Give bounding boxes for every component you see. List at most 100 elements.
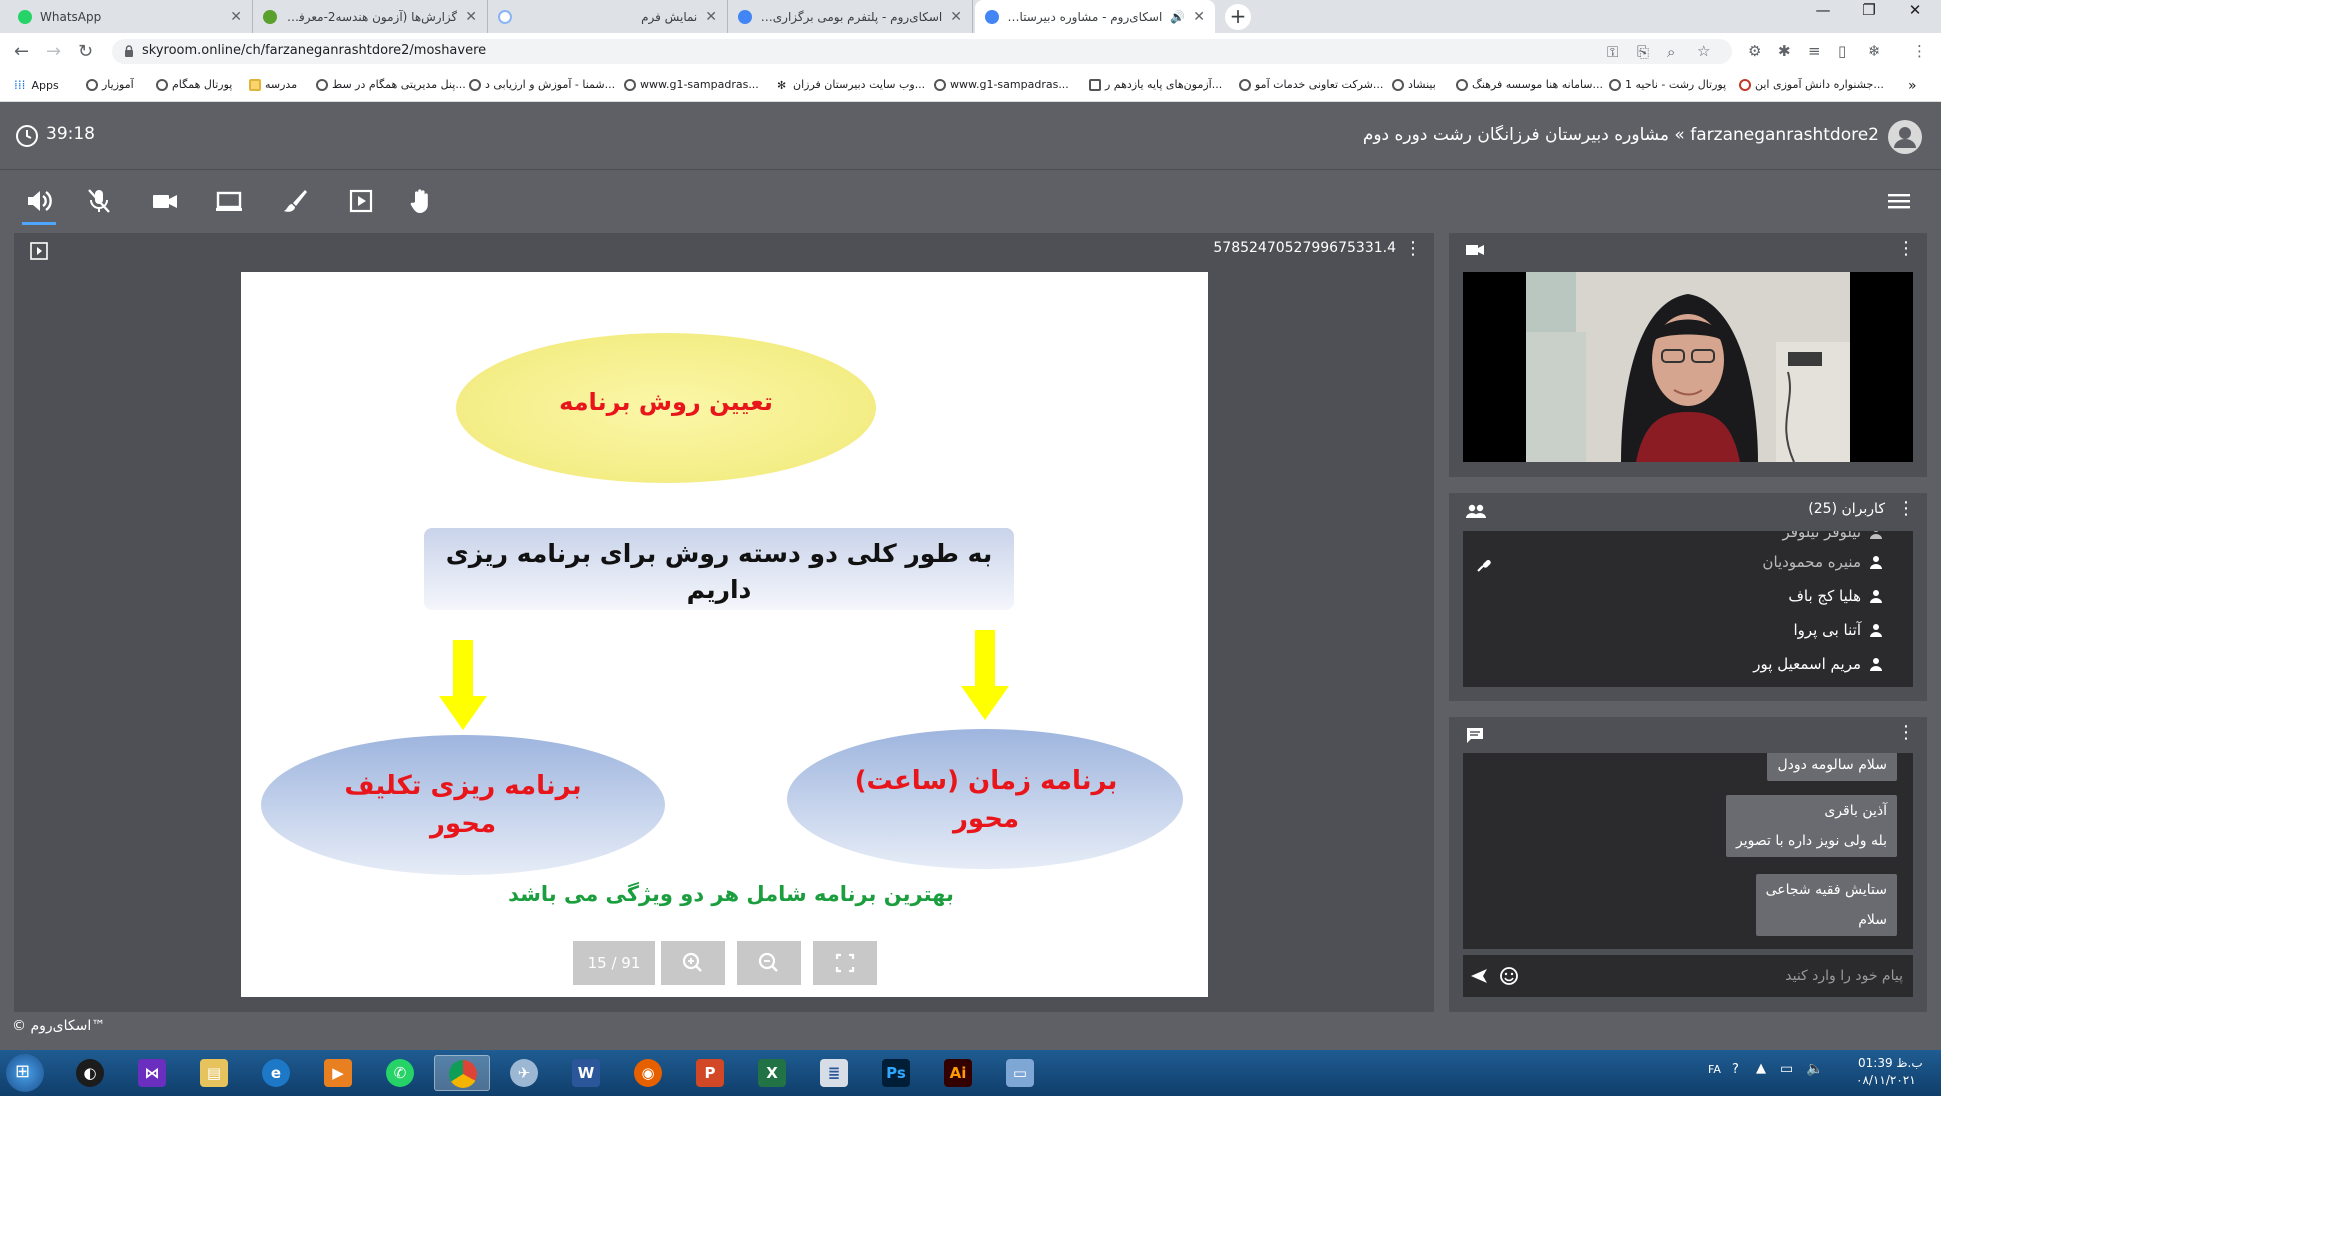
input-language[interactable]: FA xyxy=(1708,1063,1721,1076)
bookmark-item[interactable]: پنل مدیریتی همگام در سط... xyxy=(312,78,466,91)
reading-list-icon[interactable]: ≡ xyxy=(1808,42,1821,60)
tab-skyroom-active[interactable]: اسکای‌روم - مشاوره دبیرستان فرزانگان... … xyxy=(975,0,1215,33)
raise-hand-icon[interactable] xyxy=(406,186,436,216)
send-icon[interactable] xyxy=(1469,966,1489,986)
url-text[interactable]: skyroom.online/ch/farzaneganrashtdore2/m… xyxy=(142,43,486,58)
bookmarks-more[interactable]: » xyxy=(1908,78,1917,94)
back-icon[interactable]: ← xyxy=(14,41,29,62)
close-icon[interactable]: ✕ xyxy=(465,9,477,25)
bookmark-item[interactable]: مدرسه xyxy=(245,78,297,91)
chat-input[interactable] xyxy=(1533,963,1903,989)
taskbar-app[interactable]: W xyxy=(558,1055,614,1091)
browser-menu-icon[interactable]: ⋮ xyxy=(1912,42,1927,60)
bookmark-item[interactable]: آموزیار xyxy=(82,78,134,91)
emoji-icon[interactable] xyxy=(1499,966,1519,986)
bookmark-item[interactable]: www.g1-sampadras... xyxy=(930,78,1069,91)
start-button[interactable]: ⊞ xyxy=(6,1054,44,1092)
taskbar-app[interactable]: ⋈ xyxy=(124,1055,180,1091)
bookmark-item[interactable]: آزمون‌های پایه یازدهم ر... xyxy=(1085,78,1222,91)
url-box[interactable]: skyroom.online/ch/farzaneganrashtdore2/m… xyxy=(112,39,1732,64)
close-icon[interactable]: ✕ xyxy=(1193,9,1205,25)
chat-menu-icon[interactable]: ⋮ xyxy=(1897,722,1915,743)
tab-reports[interactable]: گزارش‌ها (آزمون هندسه2-معرفت ریاضی... ✕ xyxy=(253,0,488,33)
bookmark-item[interactable]: پورتال همگام xyxy=(152,78,232,91)
taskbar-app[interactable]: ◉ xyxy=(620,1055,676,1091)
translate-icon[interactable]: ⎘ xyxy=(1637,43,1649,61)
taskbar-app[interactable]: ≣ xyxy=(806,1055,862,1091)
network-icon[interactable]: ▭ xyxy=(1780,1061,1793,1077)
taskbar-app[interactable]: X xyxy=(744,1055,800,1091)
screen-share-icon[interactable] xyxy=(214,186,244,216)
bookmark-item[interactable]: شمنا - آموزش و ارزیابی د... xyxy=(465,78,615,91)
restore-icon[interactable]: ❐ xyxy=(1846,0,1892,22)
clock-time[interactable]: ب.ظ 01:39 xyxy=(1858,1056,1923,1070)
taskbar-app-chrome[interactable] xyxy=(434,1055,490,1091)
bookmark-item[interactable]: سامانه هنا موسسه فرهنگ... xyxy=(1452,78,1603,91)
tab-form[interactable]: نمایش فرم ✕ xyxy=(488,0,728,33)
taskbar-app[interactable]: ▭ xyxy=(992,1055,1048,1091)
page-indicator[interactable]: 15 / 91 xyxy=(573,941,655,985)
list-item[interactable]: هلیا کج باف xyxy=(1788,587,1883,605)
bookmark-item[interactable]: ✻ وب سایت دبیرستان فرزان... xyxy=(773,78,925,92)
zoom-out-button[interactable] xyxy=(737,941,801,985)
taskbar-app[interactable]: ◐ xyxy=(62,1055,118,1091)
taskbar-app[interactable]: Ai xyxy=(930,1055,986,1091)
snowflake-icon[interactable]: ❄ xyxy=(1868,42,1881,60)
taskbar-app[interactable]: P xyxy=(682,1055,738,1091)
video-frame[interactable] xyxy=(1463,272,1913,462)
bookmark-star-icon[interactable]: ☆ xyxy=(1697,42,1710,60)
taskbar-app[interactable]: ▤ xyxy=(186,1055,242,1091)
bookmark-item[interactable]: پورتال رشت - ناحیه 1 xyxy=(1605,78,1726,91)
zoom-icon[interactable]: ⌕ xyxy=(1667,43,1675,61)
bookmark-item[interactable]: جشنواره دانش آموزی این... xyxy=(1735,78,1884,91)
user-avatar-icon[interactable] xyxy=(1887,119,1923,155)
puzzle-icon[interactable]: ✱ xyxy=(1778,42,1791,60)
reload-icon[interactable]: ↻ xyxy=(78,41,93,62)
close-icon[interactable]: ✕ xyxy=(950,9,962,25)
clock-date[interactable]: ۰۸/۱۱/۲۰۲۱ xyxy=(1856,1073,1916,1087)
list-item[interactable]: نیلوفر نیلوفر xyxy=(1783,531,1884,541)
hamburger-menu-icon[interactable] xyxy=(1884,186,1914,216)
audio-playing-icon[interactable]: 🔊 xyxy=(1170,10,1185,24)
help-icon[interactable]: ? xyxy=(1732,1062,1739,1077)
mic-off-icon[interactable] xyxy=(84,186,114,216)
list-item[interactable]: منیره محمودیان xyxy=(1762,553,1883,571)
mic-unmuted-icon[interactable] xyxy=(1475,557,1493,575)
speaker-icon[interactable] xyxy=(24,186,54,216)
taskbar-app[interactable]: ▶ xyxy=(310,1055,366,1091)
video-menu-icon[interactable]: ⋮ xyxy=(1897,238,1915,259)
taskbar-app[interactable]: ✈ xyxy=(496,1055,552,1091)
taskbar-app[interactable]: e xyxy=(248,1055,304,1091)
camera-icon[interactable] xyxy=(150,186,180,216)
minimize-icon[interactable]: — xyxy=(1800,0,1846,22)
zoom-in-button[interactable] xyxy=(661,941,725,985)
lock-icon xyxy=(125,45,133,57)
brush-icon[interactable] xyxy=(280,186,310,216)
presentation-menu-icon[interactable]: ⋮ xyxy=(1404,238,1422,259)
hidden-icons-icon[interactable]: ▲ xyxy=(1756,1061,1766,1076)
volume-icon[interactable]: 🔈 xyxy=(1806,1061,1823,1077)
fullscreen-button[interactable] xyxy=(813,941,877,985)
forward-icon[interactable]: → xyxy=(46,41,61,62)
list-item[interactable]: مریم اسمعیل پور xyxy=(1753,655,1883,673)
extension-icon[interactable]: ⚙ xyxy=(1748,42,1761,60)
presentation-toggle-icon[interactable] xyxy=(30,242,48,260)
users-menu-icon[interactable]: ⋮ xyxy=(1897,498,1915,519)
presentation-panel: 5785247052799675331.4 ⋮ تعیین روش برنامه… xyxy=(14,233,1434,1012)
key-icon[interactable]: ⚿ xyxy=(1607,43,1618,61)
taskbar-app[interactable]: ✆ xyxy=(372,1055,428,1091)
sidebar-icon[interactable]: ▯ xyxy=(1838,42,1846,60)
list-item[interactable]: آتنا بی پروا xyxy=(1793,621,1883,639)
close-icon[interactable]: ✕ xyxy=(230,9,242,25)
close-icon[interactable]: ✕ xyxy=(705,9,717,25)
bookmark-item[interactable]: www.g1-sampadras... xyxy=(620,78,759,91)
bookmark-item[interactable]: بینشاد xyxy=(1388,78,1436,91)
bookmark-apps[interactable]: ⁞⁞⁞ Apps xyxy=(14,78,59,92)
tab-whatsapp[interactable]: WhatsApp ✕ xyxy=(8,0,253,33)
new-tab-button[interactable]: + xyxy=(1225,4,1251,30)
bookmark-item[interactable]: شرکت تعاونی خدمات آمو... xyxy=(1235,78,1383,91)
close-window-icon[interactable]: ✕ xyxy=(1892,0,1938,22)
taskbar-app[interactable]: Ps xyxy=(868,1055,924,1091)
tab-skyroom-platform[interactable]: اسکای‌روم - پلتفرم بومی برگزاری وبینار..… xyxy=(728,0,973,33)
play-media-icon[interactable] xyxy=(346,186,376,216)
